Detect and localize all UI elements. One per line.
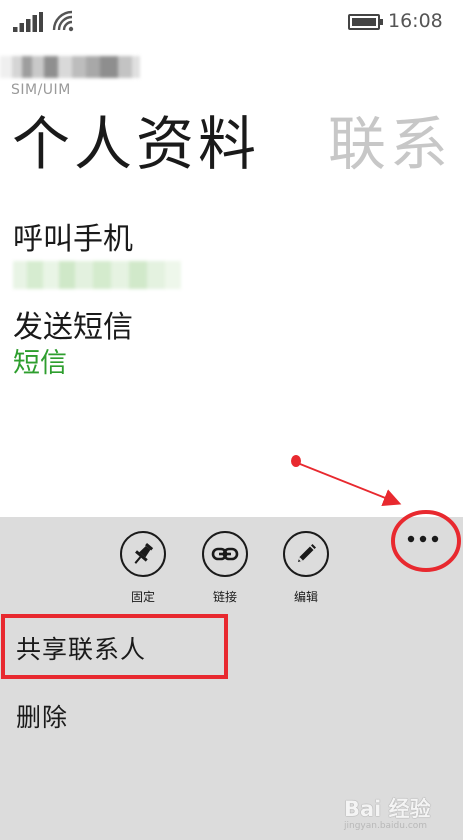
call-mobile-action[interactable]: 呼叫手机 bbox=[13, 221, 181, 289]
pin-button-circle bbox=[120, 531, 166, 577]
edit-icon bbox=[298, 544, 316, 562]
link-button[interactable]: 链接 bbox=[197, 531, 253, 605]
link-button-label: 链接 bbox=[212, 590, 237, 604]
menu-delete[interactable]: 删除 bbox=[16, 698, 68, 734]
link-button-circle bbox=[202, 531, 248, 577]
pin-button[interactable]: 固定 bbox=[115, 531, 171, 605]
signal-bars-icon bbox=[13, 12, 43, 32]
menu-share-contact[interactable]: 共享联系人 bbox=[16, 630, 146, 666]
pin-icon bbox=[134, 543, 154, 564]
wifi-icon bbox=[52, 10, 74, 32]
annotation-start-dot bbox=[291, 455, 301, 467]
sms-sub-label: 短信 bbox=[13, 348, 67, 379]
send-sms-action[interactable]: 发送短信 短信 bbox=[13, 309, 133, 381]
phone-number-redacted bbox=[13, 261, 181, 289]
watermark-text: Bai 经验 bbox=[344, 797, 431, 821]
link-icon bbox=[211, 547, 239, 561]
edit-button[interactable]: 编辑 bbox=[278, 531, 334, 605]
ellipsis-icon bbox=[407, 535, 439, 543]
send-sms-label: 发送短信 bbox=[13, 310, 133, 345]
account-label: SIM/UIM bbox=[11, 82, 71, 98]
pivot-tab-contacts[interactable]: 联系 bbox=[328, 108, 452, 180]
pivot-tab-profile[interactable]: 个人资料 bbox=[12, 108, 260, 180]
more-options-button[interactable] bbox=[398, 523, 448, 555]
watermark-url: jingyan.baidu.com bbox=[344, 821, 428, 831]
annotation-arrow bbox=[299, 463, 402, 507]
edit-button-circle bbox=[283, 531, 329, 577]
battery-icon bbox=[348, 14, 383, 30]
call-mobile-label: 呼叫手机 bbox=[13, 222, 133, 257]
status-clock: 16:08 bbox=[388, 10, 443, 32]
edit-button-label: 编辑 bbox=[293, 590, 318, 604]
status-bar: 16:08 bbox=[0, 0, 463, 44]
pin-button-label: 固定 bbox=[130, 590, 155, 604]
contact-profile-screen: 16:08 SIM/UIM 个人资料 联系 呼叫手机 发送短信 短信 固定 链接… bbox=[0, 0, 463, 840]
contact-name-redacted bbox=[0, 56, 140, 78]
app-bar: 固定 链接 编辑 共享联系人 删除 bbox=[0, 517, 463, 840]
baidu-jingyan-watermark: Bai 经验 jingyan.baidu.com bbox=[344, 793, 456, 833]
